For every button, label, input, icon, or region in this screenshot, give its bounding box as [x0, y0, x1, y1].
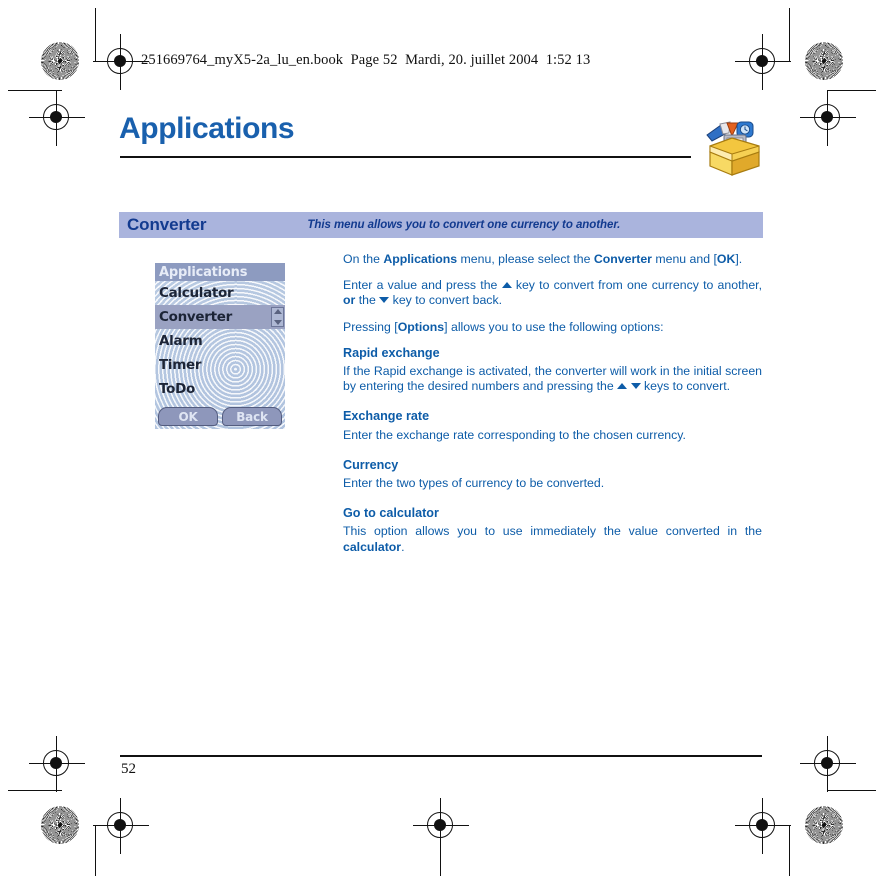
file-header-text: 251669764_myX5-2a_lu_en.book Page 52 Mar…	[141, 52, 591, 68]
phone-titlebar: Applications	[155, 263, 285, 281]
phone-screenshot: Applications Calculator Converter Alarm …	[155, 263, 285, 429]
text-fragment: Enter a value and press the	[343, 278, 502, 293]
text-emphasis-calculator: calculator	[343, 539, 402, 554]
paragraph-rapid-exchange: If the Rapid exchange is activated, the …	[343, 364, 762, 394]
arrow-up-icon	[617, 383, 628, 390]
paragraph-intro-3: Pressing [Options] allows you to use the…	[343, 320, 762, 335]
phone-menu-list: Calculator Converter Alarm Timer ToDo	[155, 281, 285, 401]
arrow-down-icon	[379, 297, 390, 304]
text-fragment: the	[355, 293, 380, 308]
text-fragment: keys to convert.	[640, 379, 731, 394]
trim-line-top-left-vertical	[95, 8, 97, 62]
trim-line-top-right-vertical	[789, 8, 791, 62]
phone-menu-item-label: ToDo	[159, 381, 195, 397]
trim-line-bottom-right-vertical	[789, 826, 791, 876]
heading-currency: Currency	[343, 457, 399, 472]
toolbox-icon	[703, 118, 765, 180]
page-title: Applications	[119, 112, 295, 145]
phone-menu-item-alarm[interactable]: Alarm	[155, 329, 285, 353]
text-emphasis-options: Options	[397, 319, 445, 334]
phone-menu-item-todo[interactable]: ToDo	[155, 377, 285, 401]
trim-line-bottom-center-vertical	[440, 826, 442, 876]
heading-exchange-rate: Exchange rate	[343, 409, 430, 424]
trim-line-right-upper-horizontal	[827, 90, 876, 92]
registration-star-top-right	[805, 42, 843, 80]
text-emphasis-applications: Applications	[383, 252, 458, 266]
text-emphasis-converter: Converter	[593, 252, 652, 266]
phone-titlebar-label: Applications	[159, 264, 248, 280]
trim-line-right-lower-horizontal	[827, 790, 876, 792]
phone-scrollbar[interactable]	[271, 307, 284, 327]
registration-cross-left-lower	[29, 736, 85, 792]
softkey-ok[interactable]: OK	[158, 407, 218, 426]
chevron-down-icon[interactable]	[273, 320, 282, 325]
section-title: Converter	[127, 215, 207, 234]
registration-star-bottom-left	[41, 806, 79, 844]
section-banner: Converter This menu allows you to conver…	[119, 212, 763, 238]
phone-menu-item-label: Converter	[159, 309, 232, 325]
softkey-back-label: Back	[236, 409, 268, 424]
registration-cross-bottom-right	[735, 798, 791, 854]
registration-cross-bottom-left	[93, 798, 149, 854]
softkey-back[interactable]: Back	[222, 407, 282, 426]
registration-star-top-left	[41, 42, 79, 80]
page-number: 52	[121, 761, 136, 777]
text-fragment: Pressing [	[343, 319, 398, 334]
phone-menu-item-label: Calculator	[159, 285, 234, 301]
registration-cross-left-upper	[29, 90, 85, 146]
paragraph-exchange-rate: Enter the exchange rate corresponding to…	[343, 427, 686, 442]
trim-line-bottom-left-vertical	[95, 826, 97, 876]
heading-go-to-calculator: Go to calculator	[343, 506, 439, 521]
registration-star-bottom-right	[805, 806, 843, 844]
registration-cross-right-upper	[800, 90, 856, 146]
registration-cross-top-right	[735, 34, 791, 90]
paragraph-go-to-calculator: This option allows you to use immediatel…	[343, 524, 762, 554]
manual-page: 251669764_myX5-2a_lu_en.book Page 52 Mar…	[0, 0, 884, 884]
phone-menu-item-calculator[interactable]: Calculator	[155, 281, 285, 305]
text-fragment: .	[401, 539, 405, 554]
phone-menu-item-label: Timer	[159, 357, 202, 373]
phone-menu-item-label: Alarm	[159, 333, 203, 349]
body-content: On the Applications menu, please select …	[343, 252, 762, 555]
text-fragment: menu and [	[651, 252, 717, 266]
phone-softkey-bar: OK Back	[155, 407, 285, 429]
paragraph-intro-1: On the Applications menu, please select …	[343, 252, 762, 267]
text-fragment: This option allows you to use immediatel…	[343, 524, 762, 539]
paragraph-currency: Enter the two types of currency to be co…	[343, 476, 605, 491]
text-emphasis-or: or	[343, 293, 356, 308]
chevron-up-icon[interactable]	[273, 309, 282, 314]
text-fragment: menu, please select the	[457, 252, 594, 266]
registration-cross-right-lower	[800, 736, 856, 792]
text-fragment: On the	[343, 252, 384, 266]
softkey-ok-label: OK	[178, 409, 198, 424]
text-fragment: key to convert from one currency to anot…	[511, 278, 763, 293]
trim-line-left-lower-horizontal	[8, 790, 62, 792]
arrow-up-icon	[501, 282, 512, 289]
footer-divider	[120, 755, 762, 757]
trim-line-left-upper-horizontal	[8, 90, 62, 92]
paragraph-intro-2: Enter a value and press the key to conve…	[343, 278, 762, 308]
phone-menu-item-timer[interactable]: Timer	[155, 353, 285, 377]
arrow-down-icon	[630, 383, 641, 390]
section-subtitle: This menu allows you to convert one curr…	[307, 219, 621, 231]
text-fragment: ].	[735, 252, 743, 266]
text-emphasis-ok: OK	[716, 252, 736, 266]
text-fragment: key to convert back.	[389, 293, 503, 308]
heading-rapid-exchange: Rapid exchange	[343, 345, 440, 360]
phone-menu-item-converter[interactable]: Converter	[155, 305, 285, 329]
text-fragment: ] allows you to use the following option…	[444, 319, 664, 334]
title-divider	[120, 156, 691, 158]
